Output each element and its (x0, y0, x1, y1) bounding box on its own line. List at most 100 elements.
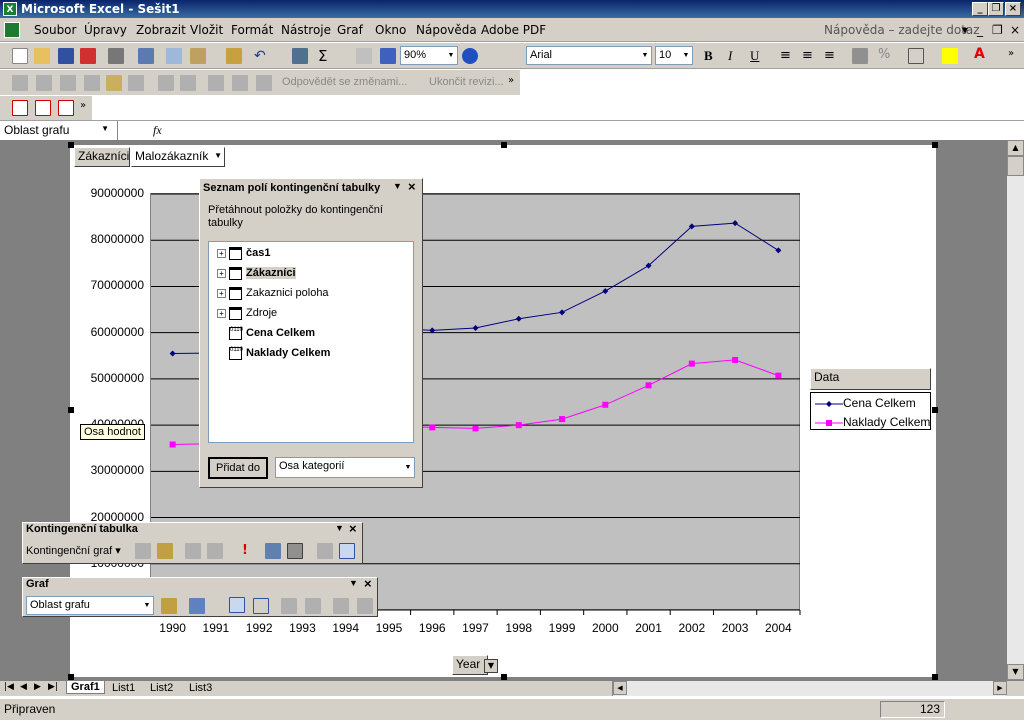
y-tick-label: 70000000 (90, 278, 144, 293)
hide-detail-icon[interactable] (185, 543, 201, 559)
axis-tooltip: Osa hodnot (80, 424, 145, 440)
data-point[interactable] (472, 425, 479, 432)
scroll-left-icon[interactable]: ◀ (613, 681, 627, 695)
next-sheet-icon[interactable]: ▶ (34, 682, 41, 692)
legend-toggle-icon[interactable] (229, 597, 245, 613)
measure-icon: 0110 (229, 346, 243, 360)
measure-icon: 0110 (229, 326, 243, 340)
field-list-item[interactable]: + Zakaznici poloha (217, 285, 329, 301)
table-options-icon[interactable] (287, 543, 303, 559)
data-point[interactable] (775, 247, 782, 254)
expand-icon[interactable]: + (217, 248, 226, 258)
target-area-select[interactable]: Osa kategorií ▼ (275, 457, 415, 478)
sheet-tab-graf1[interactable]: Graf1 (66, 681, 105, 694)
sheet-tab-bar: |◀ ◀ ▶ ▶| Graf1 List1 List2 List3 ◀ ▶ (0, 680, 1024, 696)
data-point[interactable] (732, 220, 739, 227)
x-tick-label: 1999 (548, 621, 576, 635)
close-icon[interactable]: × (364, 576, 372, 591)
chart-toolbar-titlebar[interactable]: Graf ▼ × (23, 576, 377, 594)
y-tick-label: 80000000 (90, 232, 144, 247)
by-column-icon[interactable] (305, 598, 321, 614)
data-point[interactable] (688, 360, 695, 367)
scroll-right-icon[interactable]: ▶ (993, 681, 1007, 695)
category-field-button[interactable]: Year (452, 655, 488, 675)
chart-toolbar-title: Graf (26, 578, 49, 590)
expand-icon[interactable]: + (217, 288, 226, 298)
chevron-down-icon[interactable]: ▼ (335, 523, 344, 533)
last-sheet-icon[interactable]: ▶| (48, 682, 58, 692)
pivot-chart-menu-label: Kontingenční graf (26, 545, 113, 557)
x-tick-label: 2000 (591, 621, 619, 635)
data-point[interactable] (775, 372, 782, 379)
data-point[interactable] (169, 441, 176, 448)
data-table-icon[interactable] (253, 598, 269, 614)
sheet-tab-list1[interactable]: List1 (112, 682, 135, 694)
field-list-toggle-icon[interactable] (339, 543, 355, 559)
horizontal-scrollbar[interactable]: ◀ ▶ (612, 681, 1007, 696)
table-icon (229, 286, 242, 300)
y-tick-label: 50000000 (90, 370, 144, 385)
x-tick-label: 1997 (462, 621, 489, 635)
chart-wizard-icon[interactable] (157, 543, 173, 559)
field-list-item[interactable]: 0110 Naklady Celkem (217, 345, 330, 361)
chevron-down-icon: ▼ (404, 464, 412, 471)
field-label: Zakaznici poloha (246, 287, 329, 299)
x-tick-label: 1992 (245, 621, 273, 635)
chart-objects-select[interactable]: Oblast grafu ▼ (26, 596, 154, 615)
field-list-item[interactable]: 0110 Cena Celkem (217, 325, 315, 341)
y-tick-label: 60000000 (90, 324, 144, 339)
field-tree[interactable]: + čas1 + Zákazníci + Zakaznici poloha + Zdroje 0… (208, 241, 414, 443)
add-to-button[interactable]: Přidat do (208, 457, 268, 479)
refresh-icon[interactable]: ! (237, 543, 253, 559)
legend-marker-cena (826, 401, 832, 407)
data-point[interactable] (169, 350, 176, 357)
by-row-icon[interactable] (281, 598, 297, 614)
chart-type-icon[interactable] (189, 598, 205, 614)
chevron-down-icon[interactable]: ▼ (484, 659, 498, 673)
data-point[interactable] (515, 315, 522, 322)
data-point[interactable] (559, 416, 566, 423)
x-tick-label: 1996 (418, 621, 446, 635)
field-list-item[interactable]: + Zdroje (217, 305, 277, 321)
format-report-icon[interactable] (135, 543, 151, 559)
legend[interactable]: Cena Celkem Naklady Celkem (810, 392, 931, 430)
chevron-down-icon[interactable]: ▼ (393, 181, 402, 191)
first-sheet-icon[interactable]: |◀ (4, 682, 14, 692)
data-point[interactable] (732, 356, 739, 363)
prev-sheet-icon[interactable]: ◀ (20, 682, 27, 692)
close-icon[interactable]: × (349, 521, 357, 536)
show-detail-icon[interactable] (207, 543, 223, 559)
expand-icon[interactable]: + (217, 308, 226, 318)
angle-down-icon[interactable] (333, 598, 349, 614)
pivot-chart-menu[interactable]: Kontingenční graf ▾ (26, 544, 121, 557)
data-point[interactable] (429, 424, 436, 431)
close-icon[interactable]: × (408, 179, 416, 194)
field-list-hint: Přetáhnout položky do kontingenční tabul… (208, 204, 383, 229)
format-chart-area-icon[interactable] (161, 598, 177, 614)
field-settings-icon[interactable] (265, 543, 281, 559)
field-list-titlebar[interactable]: Seznam polí kontingenční tabulky ▼ × (200, 179, 422, 196)
data-point[interactable] (472, 325, 479, 332)
data-point[interactable] (602, 288, 609, 295)
data-point[interactable] (645, 382, 652, 389)
angle-up-icon[interactable] (357, 598, 373, 614)
chevron-down-icon[interactable]: ▼ (349, 578, 358, 588)
field-list-item[interactable]: + Zákazníci (217, 265, 296, 281)
sheet-tab-list2[interactable]: List2 (150, 682, 173, 694)
data-point[interactable] (515, 422, 522, 429)
sheet-tab-list3[interactable]: List3 (189, 682, 212, 694)
data-point[interactable] (559, 309, 566, 316)
chart-toolbar: Graf ▼ × Oblast grafu ▼ (22, 576, 378, 617)
field-list-item[interactable]: + čas1 (217, 245, 270, 261)
pivot-field-list: Seznam polí kontingenční tabulky ▼ × Pře… (199, 178, 423, 488)
legend-data-field[interactable]: Data (810, 368, 931, 390)
field-label: Zákazníci (246, 267, 296, 279)
legend-markers (815, 401, 843, 426)
show-items-icon[interactable] (317, 543, 333, 559)
pivot-toolbar-titlebar[interactable]: Kontingenční tabulka ▼ × (23, 521, 362, 539)
y-tick-label: 90000000 (90, 186, 144, 200)
data-point[interactable] (602, 401, 609, 408)
target-area-value: Osa kategorií (279, 460, 345, 472)
expand-icon[interactable]: + (217, 268, 226, 278)
